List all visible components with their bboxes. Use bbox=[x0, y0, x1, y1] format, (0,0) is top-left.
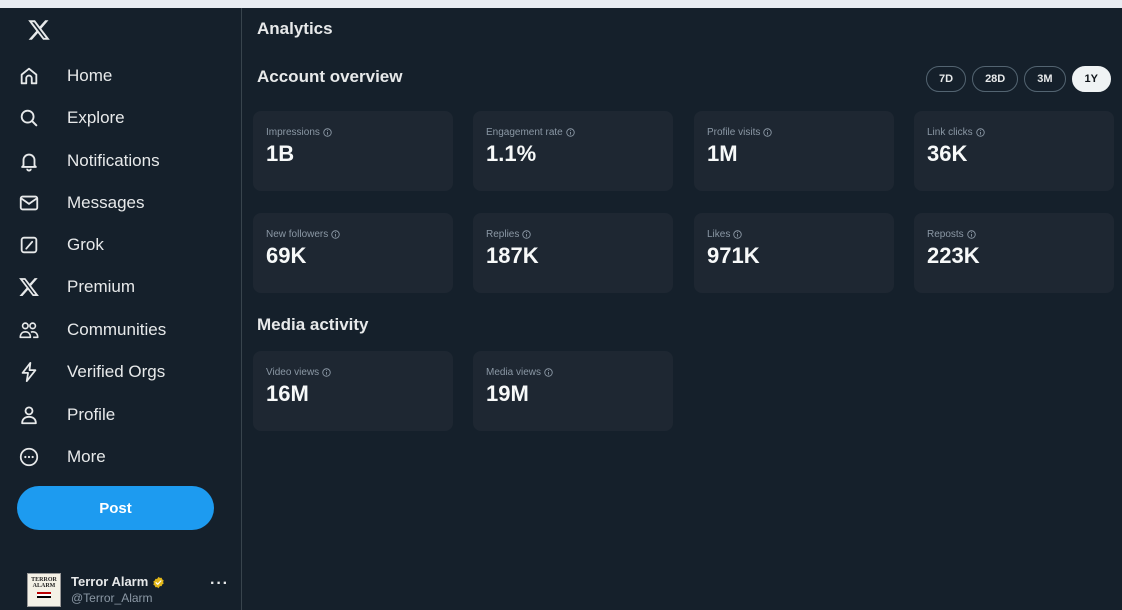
nav-verified-orgs[interactable]: Verified Orgs bbox=[17, 352, 165, 392]
info-icon[interactable] bbox=[763, 128, 773, 137]
grok-icon bbox=[17, 233, 41, 257]
more-circle-icon bbox=[17, 445, 41, 469]
nav-notifications-label: Notifications bbox=[67, 151, 160, 170]
info-icon[interactable] bbox=[544, 368, 553, 377]
metric-value: 69K bbox=[266, 243, 307, 268]
date-range-selector: 7D 28D 3M 1Y bbox=[926, 66, 1111, 92]
impressions-card[interactable]: Impressions 1B bbox=[253, 111, 453, 191]
metric-value: 1M bbox=[707, 141, 738, 166]
account-name: Terror Alarm bbox=[71, 574, 149, 589]
new-followers-card[interactable]: New followers 69K bbox=[253, 213, 453, 293]
info-icon[interactable] bbox=[522, 230, 532, 239]
nav-home-label: Home bbox=[67, 66, 113, 85]
nav-more-label: More bbox=[67, 447, 106, 466]
info-icon[interactable] bbox=[331, 230, 340, 239]
metric-label: Link clicks bbox=[927, 127, 973, 138]
reposts-card[interactable]: Reposts 223K bbox=[914, 213, 1114, 293]
metric-value: 971K bbox=[707, 243, 760, 268]
sidebar: Home Explore Notifications Messages Grok bbox=[0, 8, 242, 610]
more-dots-icon[interactable]: ··· bbox=[210, 575, 229, 593]
metric-label: Reposts bbox=[927, 229, 964, 240]
metric-label: Likes bbox=[707, 229, 731, 240]
nav-profile[interactable]: Profile bbox=[17, 395, 115, 435]
info-icon[interactable] bbox=[323, 128, 332, 137]
lightning-icon bbox=[17, 360, 41, 384]
metric-label: Impressions bbox=[266, 127, 320, 138]
search-icon bbox=[17, 106, 41, 130]
post-button[interactable]: Post bbox=[17, 486, 214, 530]
nav-notifications[interactable]: Notifications bbox=[17, 141, 160, 181]
metric-value: 16M bbox=[266, 381, 309, 406]
x-logo-icon bbox=[17, 275, 41, 299]
range-7d-button[interactable]: 7D bbox=[926, 66, 967, 92]
profile-visits-card[interactable]: Profile visits 1M bbox=[694, 111, 894, 191]
info-icon[interactable] bbox=[733, 230, 743, 239]
account-handle: @Terror_Alarm bbox=[71, 591, 153, 605]
nav-more[interactable]: More bbox=[17, 437, 106, 477]
person-icon bbox=[17, 403, 41, 427]
metric-label: Video views bbox=[266, 367, 320, 378]
info-icon[interactable] bbox=[322, 368, 331, 377]
account-overview-title: Account overview bbox=[257, 67, 403, 86]
media-activity-title: Media activity bbox=[257, 315, 369, 334]
info-icon[interactable] bbox=[566, 128, 575, 137]
nav-messages-label: Messages bbox=[67, 193, 145, 212]
metric-label: Engagement rate bbox=[486, 127, 563, 138]
metric-label: New followers bbox=[266, 229, 329, 240]
video-views-card[interactable]: Video views 16M bbox=[253, 351, 453, 431]
nav-grok[interactable]: Grok bbox=[17, 225, 104, 265]
media-views-card[interactable]: Media views 19M bbox=[473, 351, 673, 431]
nav-home[interactable]: Home bbox=[17, 56, 112, 96]
info-icon[interactable] bbox=[966, 230, 976, 239]
info-icon[interactable] bbox=[975, 128, 985, 137]
engagement-rate-card[interactable]: Engagement rate 1.1% bbox=[473, 111, 673, 191]
people-icon bbox=[17, 318, 41, 342]
verified-badge-icon bbox=[153, 576, 164, 588]
x-logo-icon[interactable] bbox=[27, 18, 51, 42]
home-icon bbox=[17, 64, 41, 88]
metric-value: 1.1% bbox=[486, 141, 537, 166]
metric-value: 187K bbox=[486, 243, 539, 268]
range-3m-button[interactable]: 3M bbox=[1024, 66, 1066, 92]
range-1y-button[interactable]: 1Y bbox=[1071, 66, 1111, 92]
nav-messages[interactable]: Messages bbox=[17, 183, 144, 223]
metric-label: Profile visits bbox=[707, 127, 761, 138]
metric-value: 19M bbox=[486, 381, 529, 406]
nav-verified-orgs-label: Verified Orgs bbox=[67, 362, 166, 381]
avatar: TERROR ALARM bbox=[27, 573, 61, 607]
metric-value: 223K bbox=[927, 243, 980, 268]
likes-card[interactable]: Likes 971K bbox=[694, 213, 894, 293]
nav-profile-label: Profile bbox=[67, 405, 116, 424]
nav-communities-label: Communities bbox=[67, 320, 167, 339]
app-window: Home Explore Notifications Messages Grok bbox=[0, 8, 1122, 610]
analytics-main: Analytics Account overview 7D 28D 3M 1Y … bbox=[243, 8, 1122, 610]
nav-explore[interactable]: Explore bbox=[17, 98, 125, 138]
nav-explore-label: Explore bbox=[67, 108, 125, 127]
metric-value: 1B bbox=[266, 141, 295, 166]
nav-communities[interactable]: Communities bbox=[17, 310, 166, 350]
nav-premium-label: Premium bbox=[67, 277, 136, 296]
replies-card[interactable]: Replies 187K bbox=[473, 213, 673, 293]
link-clicks-card[interactable]: Link clicks 36K bbox=[914, 111, 1114, 191]
range-28d-button[interactable]: 28D bbox=[972, 66, 1019, 92]
bell-icon bbox=[17, 149, 41, 173]
metric-value: 36K bbox=[927, 141, 968, 166]
metric-label: Media views bbox=[486, 367, 542, 378]
envelope-icon bbox=[17, 191, 41, 215]
account-switcher[interactable]: TERROR ALARM Terror Alarm @Terror_Alarm … bbox=[27, 571, 229, 609]
nav-grok-label: Grok bbox=[67, 235, 104, 254]
page-title: Analytics bbox=[257, 19, 333, 38]
metric-label: Replies bbox=[486, 229, 520, 240]
nav-premium[interactable]: Premium bbox=[17, 267, 135, 307]
